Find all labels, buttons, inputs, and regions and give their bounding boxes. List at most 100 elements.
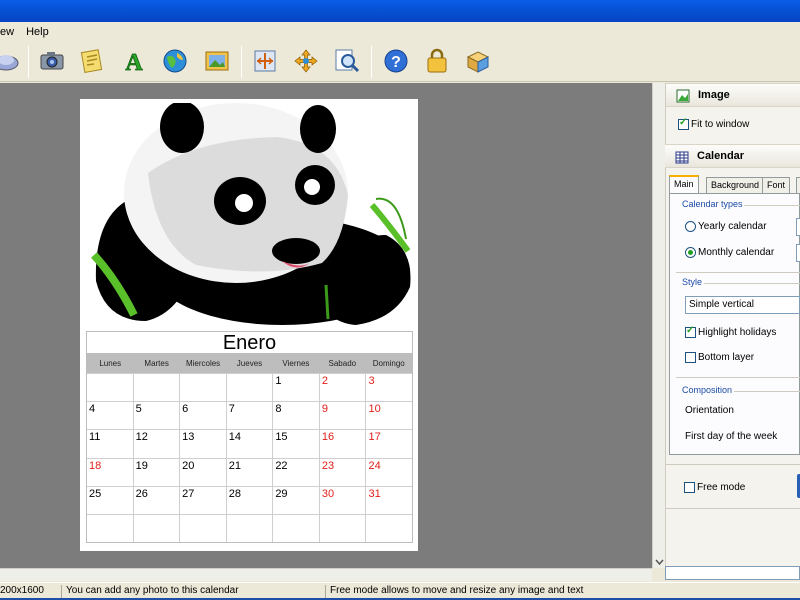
calendar-day-cell[interactable]: 19 <box>132 458 180 486</box>
calendar-day-cell[interactable]: 26 <box>132 486 180 514</box>
status-hint-free-mode: Free mode allows to move and resize any … <box>330 585 584 596</box>
calendar-day-cell[interactable]: 18 <box>87 459 133 486</box>
calendar-day-cell[interactable] <box>132 374 180 402</box>
open-icon[interactable] <box>0 47 20 75</box>
panel-scrollbar[interactable] <box>665 566 800 580</box>
calendar-day-cell[interactable]: 17 <box>365 430 412 458</box>
picture-icon[interactable] <box>203 47 231 75</box>
menu-help[interactable]: Help <box>20 26 55 38</box>
calendar-day-cell[interactable] <box>318 514 366 543</box>
tab-font[interactable]: Font <box>762 177 791 193</box>
vertical-scrollbar[interactable] <box>652 83 665 568</box>
weekday-label: Domingo <box>372 359 405 368</box>
monthly-calendar-radio[interactable] <box>685 247 696 258</box>
calendar-day-cell[interactable]: 4 <box>87 402 133 429</box>
calendar-day-cell[interactable]: 30 <box>318 486 366 514</box>
calendar-day-cell[interactable]: 12 <box>132 430 180 458</box>
calendar-week-row: 123 <box>87 373 412 402</box>
package-icon[interactable] <box>464 47 492 75</box>
calendar-day-cell[interactable] <box>87 515 133 542</box>
calendar-day-cell[interactable] <box>225 374 273 402</box>
month-calendar[interactable]: Enero Lunes Martes Miercoles Jueves Vier… <box>86 331 413 543</box>
notes-icon[interactable] <box>78 47 106 75</box>
style-dropdown[interactable]: Simple vertical <box>685 296 800 314</box>
image-icon <box>676 89 690 103</box>
monthly-calendar-label: Monthly calendar <box>698 247 775 258</box>
scroll-corner <box>652 568 665 581</box>
calendar-day-cell[interactable]: 9 <box>318 402 366 430</box>
fit-to-window-label: Fit to window <box>691 119 750 130</box>
calendar-day-cell[interactable] <box>272 514 319 543</box>
calendar-day-cell[interactable] <box>179 514 226 543</box>
calendar-day-cell[interactable] <box>132 514 180 543</box>
bottom-layer-checkbox[interactable] <box>685 352 696 363</box>
free-mode-checkbox[interactable] <box>684 482 695 493</box>
calendar-week-row: 11 12 13 14 15 16 17 <box>87 429 412 458</box>
camera-icon[interactable] <box>38 47 66 75</box>
calendar-day-cell[interactable]: 2 <box>318 374 366 402</box>
yearly-calendar-spinner[interactable] <box>796 218 800 236</box>
calendar-day-cell[interactable]: 15 <box>272 430 319 458</box>
horizontal-scrollbar[interactable] <box>0 568 652 581</box>
fit-icon[interactable] <box>251 47 279 75</box>
status-hint-photo: You can add any photo to this calendar <box>66 585 239 596</box>
calendar-day-cell[interactable]: 13 <box>179 430 226 458</box>
weekday-label: Jueves <box>236 359 263 368</box>
weekday-label: Sabado <box>328 359 357 368</box>
lock-icon[interactable] <box>423 47 451 75</box>
calendar-day-cell[interactable]: 21 <box>225 458 273 486</box>
calendar-day-cell[interactable]: 5 <box>132 402 180 430</box>
calendar-day-cell[interactable]: 29 <box>272 486 319 514</box>
tab-main[interactable]: Main <box>669 175 699 193</box>
yearly-calendar-label: Yearly calendar <box>698 221 767 232</box>
calendar-day-cell[interactable] <box>87 374 133 401</box>
calendar-day-cell[interactable] <box>225 514 273 543</box>
globe-icon[interactable] <box>161 47 189 75</box>
weekday-label: Miercoles <box>185 359 221 368</box>
calendar-day-cell[interactable]: 10 <box>365 402 412 430</box>
calendar-day-cell[interactable]: 22 <box>272 458 319 486</box>
calendar-week-row: 18 19 20 21 22 23 24 <box>87 457 412 486</box>
calendar-day-cell[interactable]: 24 <box>365 458 412 486</box>
panda-image[interactable] <box>86 103 416 325</box>
monthly-calendar-spinner[interactable] <box>796 244 800 262</box>
calendar-day-cell[interactable]: 14 <box>225 430 273 458</box>
calendar-section-title: Calendar <box>697 150 745 162</box>
calendar-day-cell[interactable]: 8 <box>272 402 319 430</box>
calendar-day-cell[interactable]: 3 <box>365 374 412 402</box>
orientation-label: Orientation <box>685 405 734 416</box>
weekday-label: Lunes <box>99 359 122 368</box>
calendar-day-cell[interactable]: 7 <box>225 402 273 430</box>
calendar-types-label: Calendar types <box>682 199 743 209</box>
text-icon[interactable]: A <box>120 47 148 75</box>
move-icon[interactable] <box>292 47 320 75</box>
calendar-day-cell[interactable]: 25 <box>87 487 133 514</box>
calendar-weeks: 1 2 3 4 5 6 7 8 9 10 11 12 13 14 15 16 17 18 19 20 21 22 23 24 2… <box>87 373 412 543</box>
tab-more[interactable] <box>796 177 800 193</box>
calendar-section-header[interactable]: Calendar <box>665 144 800 168</box>
calendar-day-cell[interactable]: 16 <box>318 430 366 458</box>
help-icon[interactable]: ? <box>382 47 410 75</box>
canvas-area[interactable]: Enero Lunes Martes Miercoles Jueves Vier… <box>0 83 652 568</box>
calendar-day-cell[interactable]: 27 <box>179 486 226 514</box>
calendar-day-cell[interactable]: 23 <box>318 458 366 486</box>
image-section-header[interactable]: Image <box>666 83 800 107</box>
tab-background[interactable]: Background <box>706 177 765 193</box>
calendar-page[interactable]: Enero Lunes Martes Miercoles Jueves Vier… <box>80 99 418 551</box>
calendar-day-cell[interactable]: 1 <box>272 374 319 402</box>
scroll-down-icon[interactable] <box>655 557 664 566</box>
weekday-header: Lunes Martes Miercoles Jueves Viernes Sa… <box>87 354 412 373</box>
first-day-label: First day of the week <box>685 431 778 442</box>
calendar-day-cell[interactable]: 20 <box>179 458 226 486</box>
calendar-day-cell[interactable]: 6 <box>179 402 226 430</box>
zoom-icon[interactable] <box>333 47 361 75</box>
calendar-day-cell[interactable]: 31 <box>365 486 412 514</box>
calendar-day-cell[interactable]: 28 <box>225 486 273 514</box>
calendar-day-cell[interactable] <box>365 514 412 543</box>
calendar-day-cell[interactable] <box>179 374 226 402</box>
calendar-day-cell[interactable]: 11 <box>87 430 133 457</box>
yearly-calendar-radio[interactable] <box>685 221 696 232</box>
fit-to-window-checkbox[interactable] <box>678 117 689 130</box>
menu-view[interactable]: ew <box>0 26 20 38</box>
highlight-holidays-checkbox[interactable] <box>685 325 696 338</box>
